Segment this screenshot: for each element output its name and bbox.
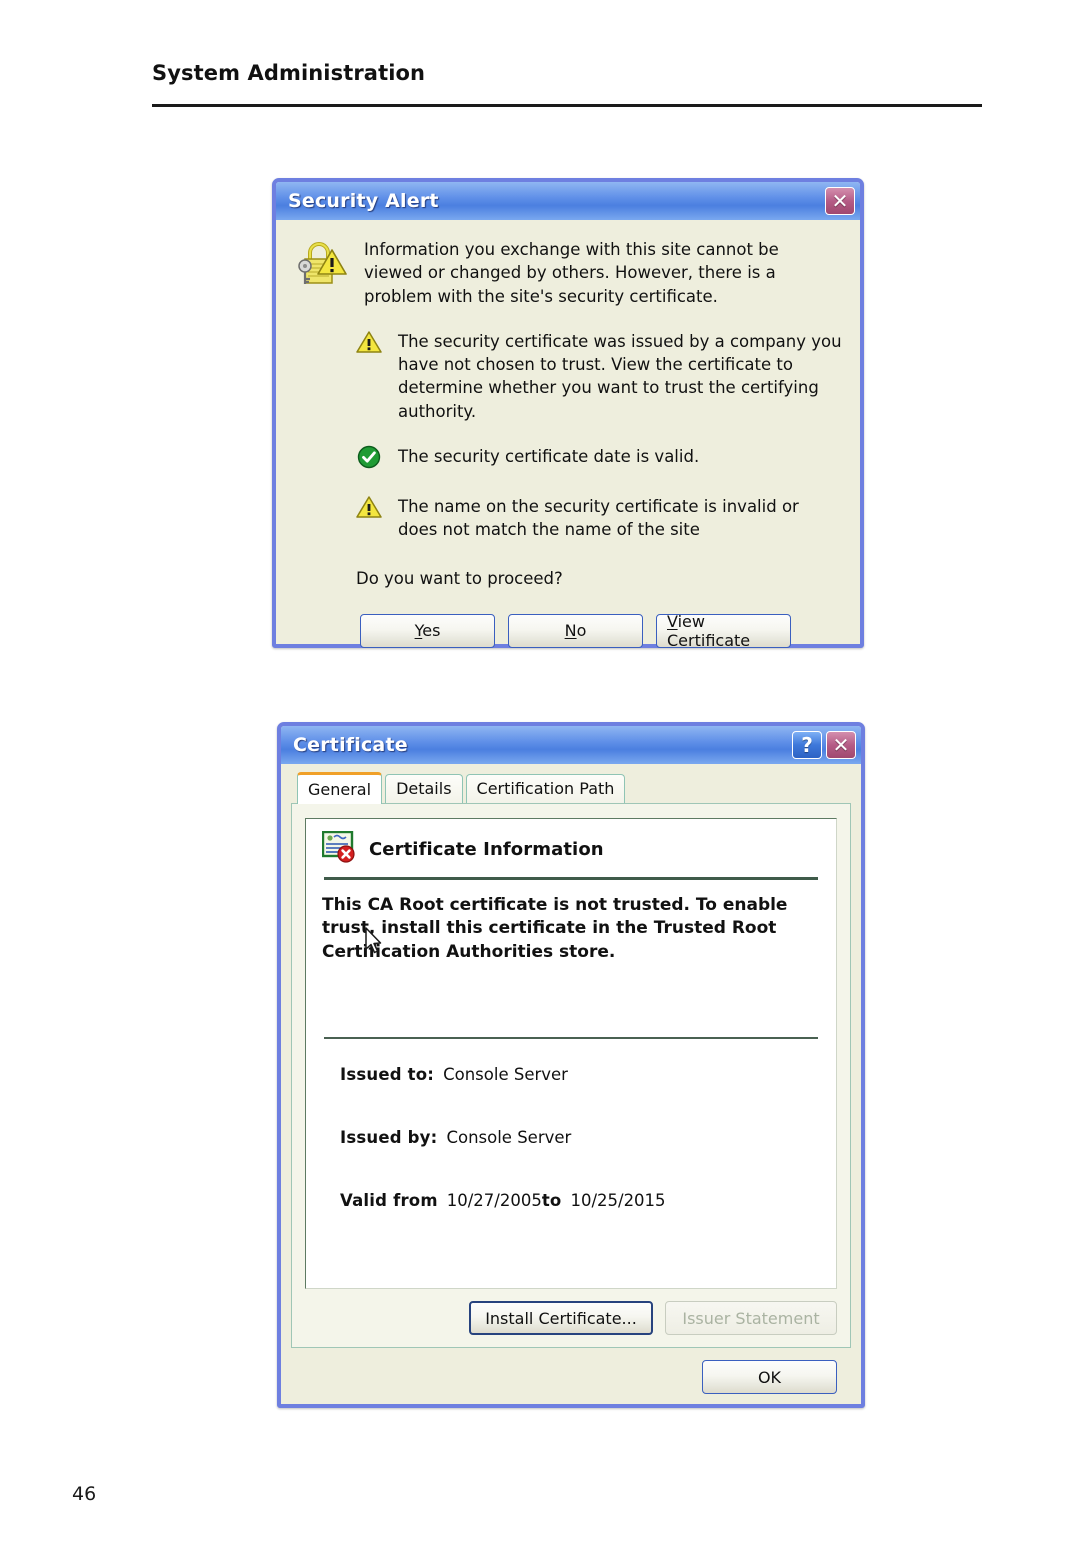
page-title: System Administration [152,61,426,85]
certificate-general-panel: Certificate Information This CA Root cer… [291,803,851,1348]
certificate-fields: Issued to: Console Server Issued by: Conso… [340,1065,820,1254]
valid-to-value: 10/25/2015 [570,1191,666,1210]
security-alert-item-text: The security certificate was issued by a… [398,332,842,421]
page-number: 46 [72,1483,97,1505]
certificate-info-heading: Certificate Information [369,838,604,860]
certificate-error-icon [321,830,358,867]
security-alert-item: The name on the security certificate is … [294,495,842,541]
tab-general[interactable]: General [297,772,383,804]
no-button[interactable]: No [508,613,643,648]
header-divider [152,104,982,107]
validity-field: Valid from 10/27/2005to 10/25/2015 [340,1191,820,1210]
page-header: System Administration [152,61,982,85]
valid-from-label: Valid from [340,1191,438,1210]
certificate-header-divider [324,877,818,880]
security-alert-titlebar: Security Alert ✕ [276,182,860,220]
certificate-info-box: Certificate Information This CA Root cer… [305,818,837,1289]
mouse-pointer-icon [364,927,386,957]
issuer-statement-button: Issuer Statement [665,1301,837,1335]
yes-button[interactable]: Yes [360,613,495,648]
security-alert-item: The security certificate was issued by a… [294,330,842,422]
install-certificate-button[interactable]: Install Certificate... [469,1301,653,1335]
security-alert-item-text: The name on the security certificate is … [398,496,799,539]
certificate-ok-row: OK [291,1348,851,1394]
warning-triangle-icon [356,330,382,358]
security-alert-dialog: Security Alert ✕ Information you exchang… [272,178,864,650]
security-alert-item: The security certificate date is valid. [294,445,842,473]
issued-to-label: Issued to: [340,1065,435,1084]
certificate-inner: General Details Certification Path Certi… [281,764,861,1404]
no-button-label-rest: o [576,621,587,641]
issued-to-value: Console Server [443,1065,568,1084]
valid-from-value: 10/27/2005 [446,1191,542,1210]
certificate-warning-text: This CA Root certificate is not trusted.… [322,895,788,962]
certificate-title: Certificate [293,734,408,756]
question-mark-icon[interactable]: ? [792,731,822,759]
security-alert-intro: Information you exchange with this site … [294,236,842,308]
certificate-fields-divider [324,1037,818,1039]
certificate-info-header: Certificate Information [321,830,820,867]
certificate-dialog: Certificate ? ✕ General Details Certific… [277,722,865,1408]
issued-to-field: Issued to: Console Server [340,1065,820,1084]
check-circle-icon [356,445,382,473]
issued-by-value: Console Server [446,1128,572,1147]
security-alert-intro-text: Information you exchange with this site … [364,240,779,306]
view-certificate-button[interactable]: View Certificate [656,611,791,650]
view-certificate-accel: V [667,611,678,631]
security-alert-body: Information you exchange with this site … [276,220,860,650]
issued-by-field: Issued by: Console Server [340,1128,820,1147]
yes-button-label-rest: es [422,621,441,641]
validity-separator: to [541,1191,562,1210]
close-icon[interactable]: ✕ [826,731,856,759]
ok-button[interactable]: OK [702,1360,837,1394]
certificate-tabstrip: General Details Certification Path [291,772,851,804]
no-button-accel: N [564,621,577,641]
security-alert-question: Do you want to proceed? [356,568,563,588]
certificate-action-row: Install Certificate... Issuer Statement [305,1301,837,1335]
tab-details[interactable]: Details [385,774,463,803]
security-alert-button-row: Yes No View Certificate [294,611,842,650]
tab-certification-path[interactable]: Certification Path [465,774,626,803]
lock-warning-icon [294,236,348,294]
security-alert-title: Security Alert [288,190,439,212]
warning-triangle-icon [356,495,382,523]
view-certificate-label-rest: iew Certificate [667,611,751,650]
certificate-titlebar: Certificate ? ✕ [281,726,861,764]
issued-by-label: Issued by: [340,1128,438,1147]
close-icon[interactable]: ✕ [825,187,855,215]
security-alert-item-text: The security certificate date is valid. [398,446,700,466]
